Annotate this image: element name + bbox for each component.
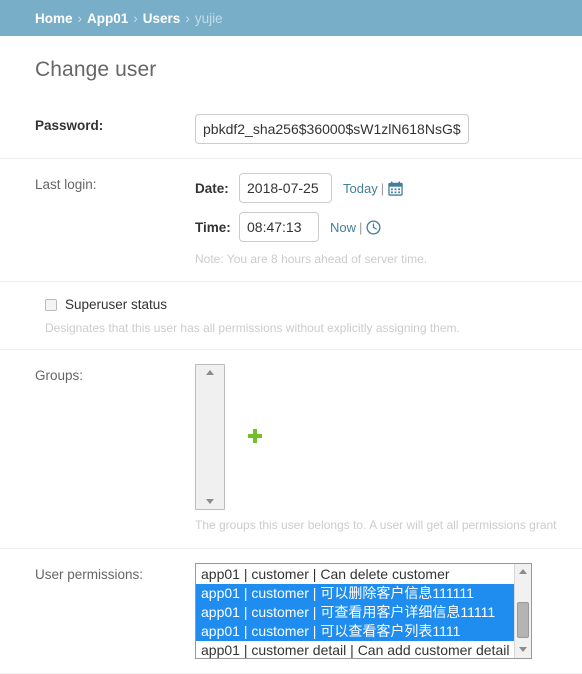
time-input[interactable] [239,212,319,242]
breadcrumb-link-app01[interactable]: App01 [87,11,128,26]
form-row-last-login: Last login: Date: Today | [0,159,582,283]
breadcrumb-current-yujie: yujie [194,10,223,26]
plus-icon[interactable] [247,428,263,444]
breadcrumb-separator: › [185,10,190,26]
user-permissions-select[interactable]: app01 | customer | Can delete customer a… [195,562,532,659]
list-item[interactable]: app01 | customer | Can delete customer [196,565,514,584]
user-permissions-label: User permissions: [35,566,144,582]
date-line: Date: Today | [195,173,582,203]
groups-control: The groups this user belongs to. A user … [195,364,582,533]
password-input[interactable] [195,114,469,144]
groups-scroll-up-icon[interactable] [196,365,224,381]
calendar-icon[interactable] [388,181,403,196]
scroll-down-icon[interactable] [515,641,531,658]
now-shortcut-link[interactable]: Now [330,220,356,235]
superuser-line: Superuser status [45,297,582,312]
groups-scroll-down-icon[interactable] [196,494,224,510]
scroll-up-icon[interactable] [515,563,531,580]
time-label: Time: [195,219,231,235]
list-item[interactable]: app01 | customer | 可查看用客户详细信息11111 [196,602,514,622]
list-item[interactable]: app01 | customer | 可以删除客户信息111111 [196,583,514,603]
user-permissions-control: app01 | customer | Can delete customer a… [195,562,582,659]
groups-help-text: The groups this user belongs to. A user … [195,518,557,533]
page-title: Change user [35,58,157,81]
superuser-label: Superuser status [65,297,168,313]
form-row-superuser: Superuser status Designates that this us… [0,282,582,351]
breadcrumb-separator: › [77,10,83,26]
list-item[interactable]: app01 | customer detail | Can add custom… [196,641,514,658]
server-time-note: Note: You are 8 hours ahead of server ti… [195,252,428,266]
form-row-user-permissions: User permissions: app01 | customer | Can… [0,549,582,674]
superuser-help-text: Designates that this user has all permis… [45,321,460,336]
password-control [195,114,582,144]
last-login-label: Last login: [35,177,97,192]
breadcrumb-link-home[interactable]: Home [35,11,73,26]
date-label: Date: [195,180,229,196]
today-shortcut-link[interactable]: Today [343,181,378,196]
user-permissions-scrollbar[interactable] [514,563,531,658]
breadcrumb: Home › App01 › Users › yujie [0,0,582,36]
date-shortcut-separator: | [380,180,385,196]
form-row-groups: Groups: The groups this user belongs to.… [0,350,582,549]
groups-select[interactable] [195,364,225,511]
groups-label: Groups: [35,368,84,384]
superuser-checkbox[interactable] [45,298,57,311]
clock-icon[interactable] [366,219,381,235]
password-label: Password: [35,118,104,133]
time-shortcut-separator: | [359,219,363,235]
content-area: Change user Password: Last login: Date: … [0,36,582,674]
groups-select-wrap [195,364,582,511]
user-permissions-option-list: app01 | customer | Can delete customer a… [196,564,514,658]
admin-page: Home › App01 › Users › yujie Change user… [0,0,582,674]
breadcrumb-link-users[interactable]: Users [143,11,181,26]
scrollbar-thumb[interactable] [517,601,529,638]
list-item[interactable]: app01 | customer | 可以查看客户列表1111 [196,621,514,641]
date-input[interactable] [239,173,332,203]
breadcrumb-separator: › [133,10,138,26]
last-login-control: Date: Today | [195,173,582,267]
form-row-password: Password: [0,100,582,159]
time-line: Time: Now | [195,212,582,242]
change-user-form: Password: Last login: Date: Today | [0,100,582,674]
